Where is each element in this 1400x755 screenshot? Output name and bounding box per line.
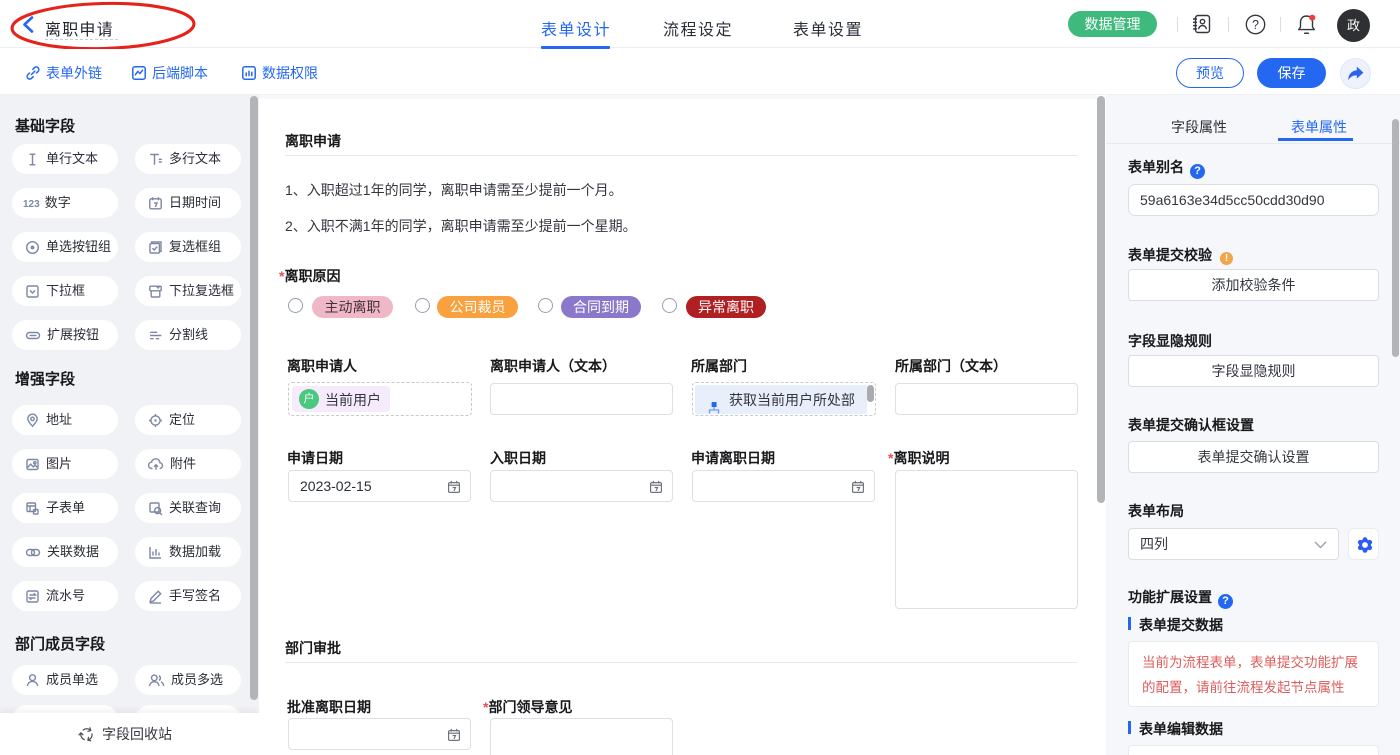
svg-text:?: ? <box>1252 18 1259 32</box>
